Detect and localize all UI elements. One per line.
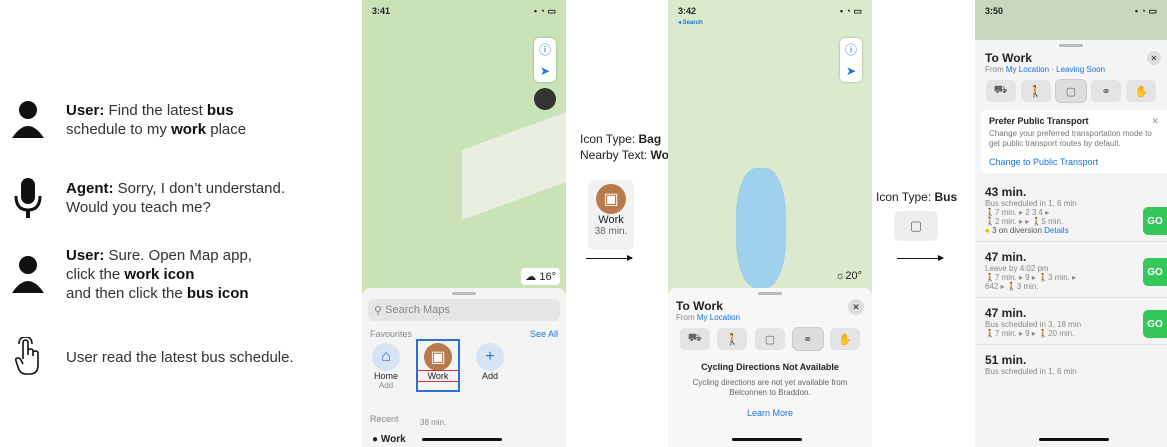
- close-icon[interactable]: ✕: [848, 299, 864, 315]
- car-icon[interactable]: ⛟: [985, 80, 1016, 102]
- change-to-transit-link[interactable]: Change to Public Transport: [989, 157, 1159, 167]
- map-controls: ⓘ ➤: [840, 38, 862, 82]
- from-location-link[interactable]: My Location · Leaving Soon: [1006, 65, 1105, 74]
- phone-screen-routes: 3:50 ▪ ◔ ▭ To Work From My Location · Lea…: [975, 0, 1167, 447]
- microphone-icon: [8, 173, 48, 223]
- annotation-2: Icon Type: Bus: [876, 190, 958, 204]
- bicycle-icon[interactable]: ⚭: [1091, 80, 1122, 102]
- weather-badge: ☼20°: [835, 270, 862, 282]
- route-option[interactable]: 47 min. Leave by 4:02 pm 🚶7 min. ▸ 9 ▸ 🚶…: [975, 242, 1167, 298]
- go-button[interactable]: GO: [1143, 258, 1167, 286]
- go-button[interactable]: GO: [1143, 207, 1167, 235]
- details-link[interactable]: Details: [1044, 226, 1068, 235]
- message-title: Cycling Directions Not Available: [701, 362, 839, 372]
- weather-badge: ☁ 16°: [521, 268, 560, 285]
- recent-label: Recent: [370, 414, 399, 424]
- bus-icon: ▢: [894, 211, 938, 241]
- home-indicator: [1039, 438, 1109, 441]
- sheet-grabber[interactable]: [1059, 44, 1083, 47]
- bus-icon[interactable]: ▢: [1054, 79, 1087, 103]
- warning-dot-icon: ●: [985, 226, 990, 235]
- recent-item[interactable]: ● Work: [372, 434, 406, 445]
- location-arrow-icon[interactable]: ➤: [540, 60, 550, 82]
- phone-screen-maps-home: 3:41 ▪ ◔ ▭ ⓘ ➤ ☁ 16° ⚲ Search Maps Favour…: [362, 0, 566, 447]
- route-option[interactable]: 43 min. Bus scheduled in 1, 6 min 🚶7 min…: [975, 173, 1167, 242]
- dialog-agent: Agent: Sorry, I don’t understand. Would …: [8, 173, 285, 223]
- sheet-grabber[interactable]: [758, 292, 782, 295]
- briefcase-icon: ▣: [424, 343, 452, 371]
- route-list: 43 min. Bus scheduled in 1, 6 min 🚶7 min…: [975, 173, 1167, 382]
- fav-home[interactable]: ⌂ Home Add: [370, 343, 402, 390]
- dialog-user-2: User: Sure. Open Map app, click the work…: [8, 246, 252, 303]
- info-icon[interactable]: ⓘ: [539, 38, 551, 60]
- status-time: 3:41: [372, 6, 391, 16]
- message-body: Cycling directions are not yet available…: [692, 378, 848, 397]
- see-all-link[interactable]: See All: [530, 329, 558, 339]
- close-icon[interactable]: ✕: [1147, 51, 1161, 65]
- prefer-transit-banner: Prefer Public Transport ✕ Change your pre…: [981, 110, 1167, 173]
- sheet-grabber[interactable]: [452, 292, 476, 295]
- tap-hand-icon: [8, 332, 48, 382]
- car-icon[interactable]: ⛟: [679, 328, 710, 350]
- rideshare-icon[interactable]: ✋: [1126, 80, 1157, 102]
- status-icons: ▪ ◔ ▭: [1134, 6, 1157, 16]
- bicycle-icon[interactable]: ⚭: [791, 327, 824, 351]
- dialog-user-1: User: Find the latest bus schedule to my…: [8, 95, 246, 145]
- briefcase-icon: ▣: [596, 184, 626, 214]
- arrow-right: [897, 255, 944, 261]
- route-title: To Work: [985, 51, 1032, 65]
- fav-work[interactable]: ▣ Work: [416, 339, 460, 392]
- status-icons: ▪ ◔ ▭: [533, 6, 556, 16]
- route-sheet: To Work From My Location · Leaving Soon …: [975, 40, 1167, 447]
- search-icon: ⚲: [374, 304, 386, 317]
- info-icon[interactable]: ⓘ: [845, 38, 857, 60]
- fav-add[interactable]: + Add: [474, 343, 506, 390]
- go-button[interactable]: GO: [1143, 310, 1167, 338]
- favourites-label: Favourites: [370, 329, 413, 339]
- status-icons: ▪ ◔ ▭: [839, 6, 862, 16]
- compass-icon[interactable]: [534, 88, 556, 110]
- dialog-user-action: User read the latest bus schedule.: [8, 332, 294, 382]
- plus-icon: +: [476, 343, 504, 371]
- annotation-work-card: ▣ Work 38 min.: [588, 180, 634, 250]
- map-controls: ⓘ ➤: [534, 38, 556, 82]
- bus-icon[interactable]: ▢: [754, 328, 785, 350]
- user-icon: [8, 250, 48, 300]
- bottom-sheet: ⚲ Search Maps Favourites See All ⌂ Home …: [362, 288, 566, 447]
- transport-mode-tabs: ⛟ 🚶 ▢ ⚭ ✋: [668, 327, 872, 351]
- learn-more-link[interactable]: Learn More: [668, 408, 872, 418]
- map-land-patch: [462, 109, 566, 221]
- back-link[interactable]: ◂ Search: [678, 20, 703, 26]
- phone-screen-to-work: 3:42 ◂ Search ▪ ◔ ▭ ⓘ ➤ ☼20° To Work From …: [668, 0, 872, 447]
- route-sheet: To Work From My Location ✕ ⛟ 🚶 ▢ ⚭ ✋ Cyc…: [668, 288, 872, 447]
- home-indicator: [422, 438, 502, 441]
- location-arrow-icon[interactable]: ➤: [846, 60, 856, 82]
- home-icon: ⌂: [372, 343, 400, 371]
- annotation-1: Icon Type: Bag Nearby Text: Work: [580, 132, 681, 162]
- rideshare-icon[interactable]: ✋: [830, 328, 861, 350]
- route-option[interactable]: 51 min. Bus scheduled in 1, 6 min: [975, 345, 1167, 382]
- route-option[interactable]: 47 min. Bus scheduled in 3, 18 min 🚶7 mi…: [975, 298, 1167, 345]
- user-icon: [8, 95, 48, 145]
- walk-icon[interactable]: 🚶: [1020, 80, 1051, 102]
- banner-close-icon[interactable]: ✕: [1151, 116, 1159, 127]
- home-indicator: [732, 438, 802, 441]
- route-title: To Work: [676, 299, 723, 313]
- transport-mode-tabs: ⛟ 🚶 ▢ ⚭ ✋: [975, 79, 1167, 103]
- favourites-row: ⌂ Home Add ▣ Work + Add: [362, 339, 566, 392]
- map-lake: [736, 168, 786, 288]
- walk-icon[interactable]: 🚶: [717, 328, 748, 350]
- search-input[interactable]: ⚲ Search Maps: [368, 299, 560, 321]
- from-location-link[interactable]: My Location: [697, 313, 740, 322]
- arrow-right: [586, 255, 633, 261]
